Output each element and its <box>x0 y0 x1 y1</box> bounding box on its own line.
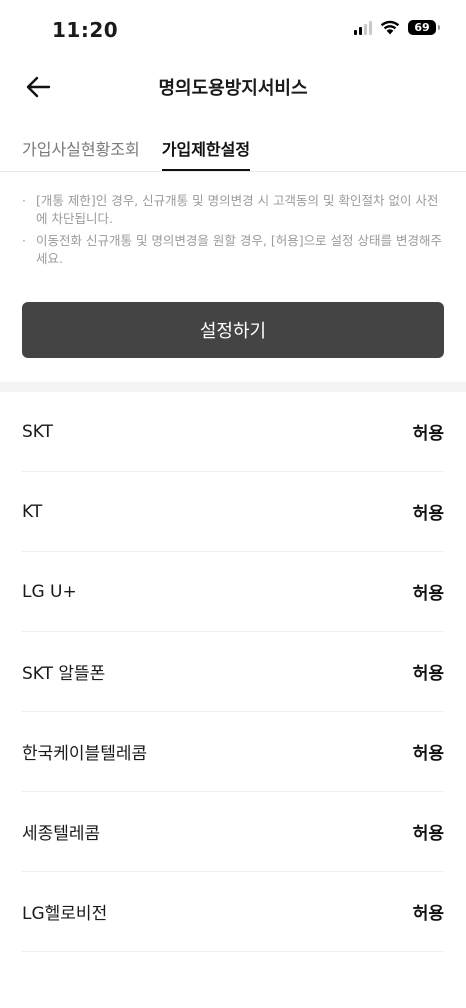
carrier-row-lg-hellovision[interactable]: LG헬로비전 허용 <box>22 872 444 952</box>
carrier-list: SKT 허용 KT 허용 LG U+ 허용 SKT 알뜰폰 허용 한국케이블텔레… <box>22 392 444 952</box>
carrier-row-skt[interactable]: SKT 허용 <box>22 392 444 472</box>
status-time: 11:20 <box>52 18 119 42</box>
carrier-row-skt-mvno[interactable]: SKT 알뜰폰 허용 <box>22 632 444 712</box>
battery-icon: 69 <box>408 20 440 35</box>
battery-level: 69 <box>414 21 430 34</box>
signal-icon <box>354 20 372 35</box>
carrier-status[interactable]: 허용 <box>413 739 444 764</box>
carrier-status[interactable]: 허용 <box>413 819 444 844</box>
notice-item: [개통 제한]인 경우, 신규개통 및 명의변경 시 고객동의 및 확인절차 없… <box>22 192 442 228</box>
carrier-name: KT <box>22 501 43 522</box>
carrier-name: SKT 알뜰폰 <box>22 664 106 684</box>
tab-subscription-restriction[interactable]: 가입제한설정 <box>161 130 251 172</box>
carrier-row-kct[interactable]: 한국케이블텔레콤 허용 <box>22 712 444 792</box>
carrier-row-kt[interactable]: KT 허용 <box>22 472 444 552</box>
tab-divider <box>0 171 466 172</box>
app-header: 명의도용방지서비스 <box>0 62 466 112</box>
tab-bar: 가입사실현황조회 가입제한설정 <box>22 130 251 172</box>
status-bar: 11:20 69 <box>0 0 466 62</box>
carrier-status[interactable]: 허용 <box>413 579 444 604</box>
carrier-name: 세종텔레콤 <box>22 824 101 844</box>
carrier-name: SKT <box>22 421 54 442</box>
settings-button[interactable]: 설정하기 <box>22 302 444 358</box>
carrier-status[interactable]: 허용 <box>413 419 444 444</box>
carrier-status[interactable]: 허용 <box>413 899 444 924</box>
tab-subscription-status[interactable]: 가입사실현황조회 <box>22 130 140 170</box>
status-icons: 69 <box>354 20 440 35</box>
carrier-status[interactable]: 허용 <box>413 659 444 684</box>
carrier-row-sejong[interactable]: 세종텔레콤 허용 <box>22 792 444 872</box>
notice-item: 이동전화 신규개통 및 명의변경을 원할 경우, [허용]으로 설정 상태를 변… <box>22 232 442 268</box>
wifi-icon <box>380 20 400 35</box>
carrier-name: LG헬로비전 <box>22 904 108 924</box>
carrier-name: 한국케이블텔레콤 <box>22 744 148 764</box>
carrier-status[interactable]: 허용 <box>413 499 444 524</box>
section-divider <box>0 382 466 392</box>
page-title: 명의도용방지서비스 <box>158 78 308 99</box>
carrier-name: LG U+ <box>22 581 77 602</box>
notice-list: [개통 제한]인 경우, 신규개통 및 명의변경 시 고객동의 및 확인절차 없… <box>22 192 442 272</box>
carrier-row-lgu[interactable]: LG U+ 허용 <box>22 552 444 632</box>
